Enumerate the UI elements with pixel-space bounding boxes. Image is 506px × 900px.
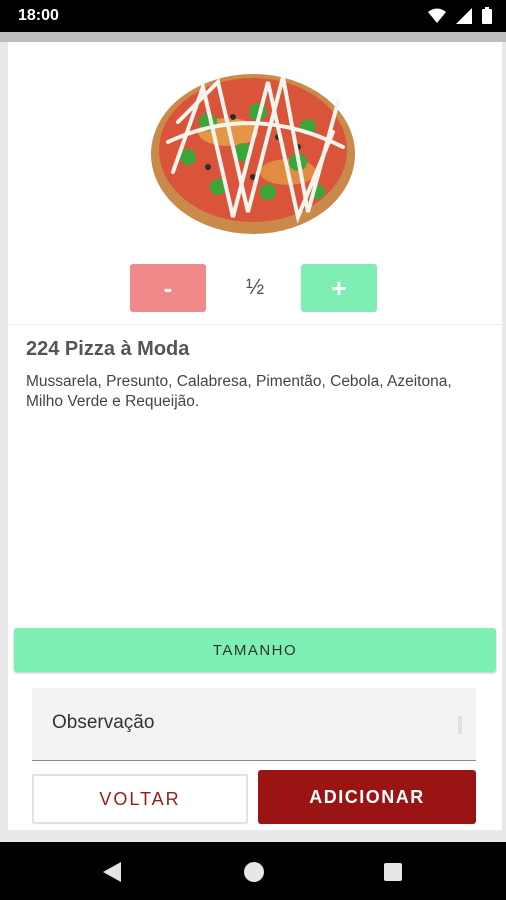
product-description: Mussarela, Presunto, Calabresa, Pimentão… <box>26 373 452 410</box>
size-button[interactable]: TAMANHO <box>14 628 496 672</box>
pizza-image <box>148 62 358 237</box>
status-icons <box>428 7 492 24</box>
quantity-selector: - ½ + <box>8 264 502 314</box>
navigation-bar <box>0 842 506 900</box>
nav-home-icon[interactable] <box>244 862 264 882</box>
observation-field[interactable]: Observação <box>32 688 476 761</box>
observation-label: Observação <box>52 712 155 733</box>
nav-recents-icon[interactable] <box>384 863 402 881</box>
status-time: 18:00 <box>18 7 59 24</box>
increase-button[interactable]: + <box>301 264 377 312</box>
back-button[interactable]: VOLTAR <box>32 774 248 824</box>
signal-icon <box>456 7 472 24</box>
divider <box>8 324 502 325</box>
decrease-button[interactable]: - <box>130 264 206 312</box>
quantity-value: ½ <box>245 274 265 299</box>
battery-icon <box>482 7 492 24</box>
wifi-icon <box>428 8 446 24</box>
product-card: - ½ + 224 Pizza à Moda Mussarela, Presun… <box>8 42 502 830</box>
scroll-handle <box>458 716 462 734</box>
status-bar: 18:00 <box>0 0 506 32</box>
nav-back-icon[interactable] <box>103 862 121 887</box>
product-title: 224 Pizza à Moda <box>26 338 190 360</box>
app-bar-shadow <box>0 32 506 42</box>
add-button[interactable]: ADICIONAR <box>258 770 476 824</box>
